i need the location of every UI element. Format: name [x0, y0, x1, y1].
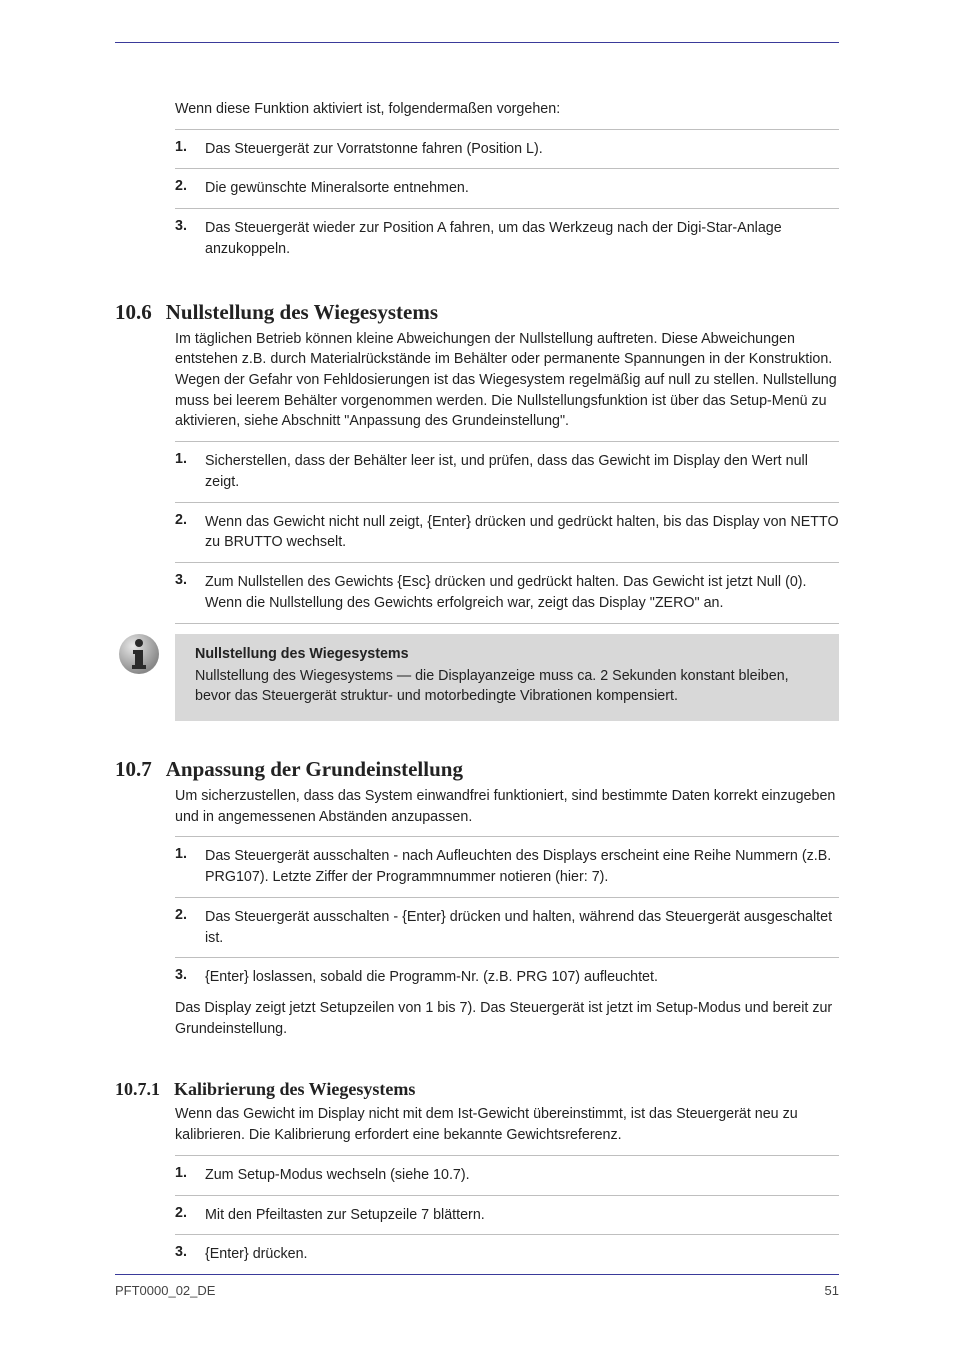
step-number: 1. [175, 139, 195, 155]
note-text: Nullstellung des Wiegesystems — die Disp… [195, 666, 825, 707]
step-text: Das Steuergerät wieder zur Position A fa… [205, 218, 839, 259]
step-text: Das Steuergerät ausschalten - {Enter} dr… [205, 907, 839, 948]
page-number: 51 [825, 1283, 839, 1298]
header-rule [115, 42, 839, 43]
step-number: 2. [175, 1205, 195, 1221]
step-divider [175, 208, 839, 209]
step-text: Wenn das Gewicht nicht null zeigt, {Ente… [205, 512, 839, 553]
section-heading: 10.6 Nullstellung des Wiegesystems [115, 300, 839, 325]
step-divider [175, 168, 839, 169]
step-divider [175, 957, 839, 958]
list-item: 1. Zum Setup-Modus wechseln (siehe 10.7)… [175, 1165, 839, 1186]
list-item: 1. Das Steuergerät ausschalten - nach Au… [175, 846, 839, 887]
step-number: 3. [175, 1244, 195, 1260]
list-item: 3. {Enter} drücken. [175, 1244, 839, 1265]
list-item: 2. Wenn das Gewicht nicht null zeigt, {E… [175, 512, 839, 553]
step-text: Mit den Pfeiltasten zur Setupzeile 7 blä… [205, 1205, 839, 1226]
step-divider [175, 1195, 839, 1196]
section-number: 10.7 [115, 757, 152, 782]
subsection-heading: 10.7.1 Kalibrierung des Wiegesystems [115, 1079, 839, 1100]
step-divider [175, 502, 839, 503]
list-item: 3. {Enter} loslassen, sobald die Program… [175, 967, 839, 988]
list-item: 2. Das Steuergerät ausschalten - {Enter}… [175, 907, 839, 948]
step-text: {Enter} drücken. [205, 1244, 839, 1265]
note-callout: Nullstellung des Wiegesystems Nullstellu… [175, 634, 839, 721]
footer-rule [115, 1274, 839, 1275]
step-text: Das Steuergerät zur Vorratstonne fahren … [205, 139, 839, 160]
section-title: Nullstellung des Wiegesystems [166, 300, 438, 325]
footer-left: PFT0000_02_DE [115, 1283, 215, 1298]
step-divider [175, 897, 839, 898]
list-item: 2. Die gewünschte Mineralsorte entnehmen… [175, 178, 839, 199]
step-number: 3. [175, 967, 195, 983]
subsection-number: 10.7.1 [115, 1079, 160, 1100]
note-heading: Nullstellung des Wiegesystems [195, 646, 825, 662]
step-text: Die gewünschte Mineralsorte entnehmen. [205, 178, 839, 199]
section-paragraph: Im täglichen Betrieb können kleine Abwei… [175, 329, 839, 433]
step-number: 1. [175, 451, 195, 467]
list-item: 1. Sicherstellen, dass der Behälter leer… [175, 451, 839, 492]
step-number: 3. [175, 218, 195, 234]
info-icon [117, 632, 161, 676]
page-footer: PFT0000_02_DE 51 [115, 1274, 839, 1298]
list-item: 1. Das Steuergerät zur Vorratstonne fahr… [175, 139, 839, 160]
step-number: 2. [175, 907, 195, 923]
list-item: 2. Mit den Pfeiltasten zur Setupzeile 7 … [175, 1205, 839, 1226]
step-divider [175, 623, 839, 624]
section-paragraph: Das Display zeigt jetzt Setupzeilen von … [175, 998, 839, 1039]
section-paragraph: Um sicherzustellen, dass das System einw… [175, 786, 839, 827]
step-divider [175, 441, 839, 442]
list-item: 3. Das Steuergerät wieder zur Position A… [175, 218, 839, 259]
step-divider [175, 836, 839, 837]
step-number: 2. [175, 178, 195, 194]
section-number: 10.6 [115, 300, 152, 325]
step-number: 3. [175, 572, 195, 588]
step-text: Sicherstellen, dass der Behälter leer is… [205, 451, 839, 492]
section-paragraph: Wenn das Gewicht im Display nicht mit de… [175, 1104, 839, 1145]
intro-paragraph: Wenn diese Funktion aktiviert ist, folge… [175, 99, 839, 120]
step-text: Zum Nullstellen des Gewichts {Esc} drück… [205, 572, 839, 613]
step-number: 2. [175, 512, 195, 528]
step-divider [175, 1155, 839, 1156]
section-heading: 10.7 Anpassung der Grundeinstellung [115, 757, 839, 782]
step-text: {Enter} loslassen, sobald die Programm-N… [205, 967, 839, 988]
step-divider [175, 562, 839, 563]
step-divider [175, 129, 839, 130]
step-text: Das Steuergerät ausschalten - nach Aufle… [205, 846, 839, 887]
list-item: 3. Zum Nullstellen des Gewichts {Esc} dr… [175, 572, 839, 613]
subsection-title: Kalibrierung des Wiegesystems [174, 1079, 415, 1100]
step-text: Zum Setup-Modus wechseln (siehe 10.7). [205, 1165, 839, 1186]
step-number: 1. [175, 846, 195, 862]
step-number: 1. [175, 1165, 195, 1181]
section-title: Anpassung der Grundeinstellung [166, 757, 463, 782]
step-divider [175, 1234, 839, 1235]
